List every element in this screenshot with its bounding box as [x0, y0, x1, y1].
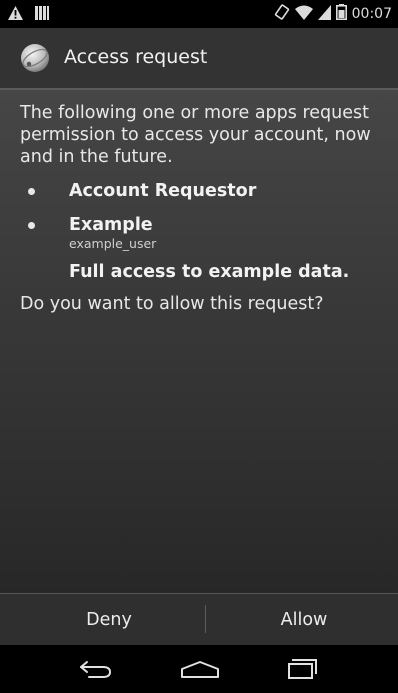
- app-item-account-requestor: Account Requestor: [20, 180, 392, 202]
- home-icon[interactable]: [165, 649, 235, 689]
- account-globe-icon: [20, 43, 50, 73]
- allow-button[interactable]: Allow: [205, 594, 398, 645]
- question-text: Do you want to allow this request?: [20, 294, 324, 314]
- recent-apps-icon[interactable]: [268, 649, 338, 689]
- dialog-title-bar: Access request: [0, 28, 398, 88]
- screen: 00:07 Access request The following one o…: [0, 0, 398, 693]
- warning-icon: [8, 5, 23, 24]
- app-name: Account Requestor: [69, 181, 257, 201]
- access-request-dialog: Access request The following one or more…: [0, 28, 398, 645]
- navigation-bar: [0, 645, 398, 693]
- status-time: 00:07: [351, 6, 392, 22]
- bullet: [28, 222, 35, 229]
- wifi-icon: [294, 5, 313, 24]
- bullet: [28, 188, 35, 195]
- signal-icon: [317, 4, 331, 24]
- back-icon[interactable]: [61, 649, 131, 689]
- dialog-title: Access request: [64, 46, 208, 68]
- title-divider: [0, 88, 398, 90]
- dialog-content: The following one or more apps request p…: [20, 102, 392, 315]
- notification-icon: [35, 5, 49, 24]
- status-bar: 00:07: [0, 0, 398, 28]
- app-name: Example: [69, 215, 153, 235]
- app-item-example: Example example_user: [20, 214, 392, 251]
- app-user: example_user: [69, 236, 157, 251]
- deny-button[interactable]: Deny: [10, 594, 208, 645]
- dialog-button-bar: Deny Allow: [0, 593, 398, 645]
- battery-icon: [335, 4, 347, 24]
- intro-text: The following one or more apps request p…: [20, 103, 371, 167]
- rotate-icon: [274, 4, 290, 24]
- permission-text: Full access to example data.: [69, 262, 350, 282]
